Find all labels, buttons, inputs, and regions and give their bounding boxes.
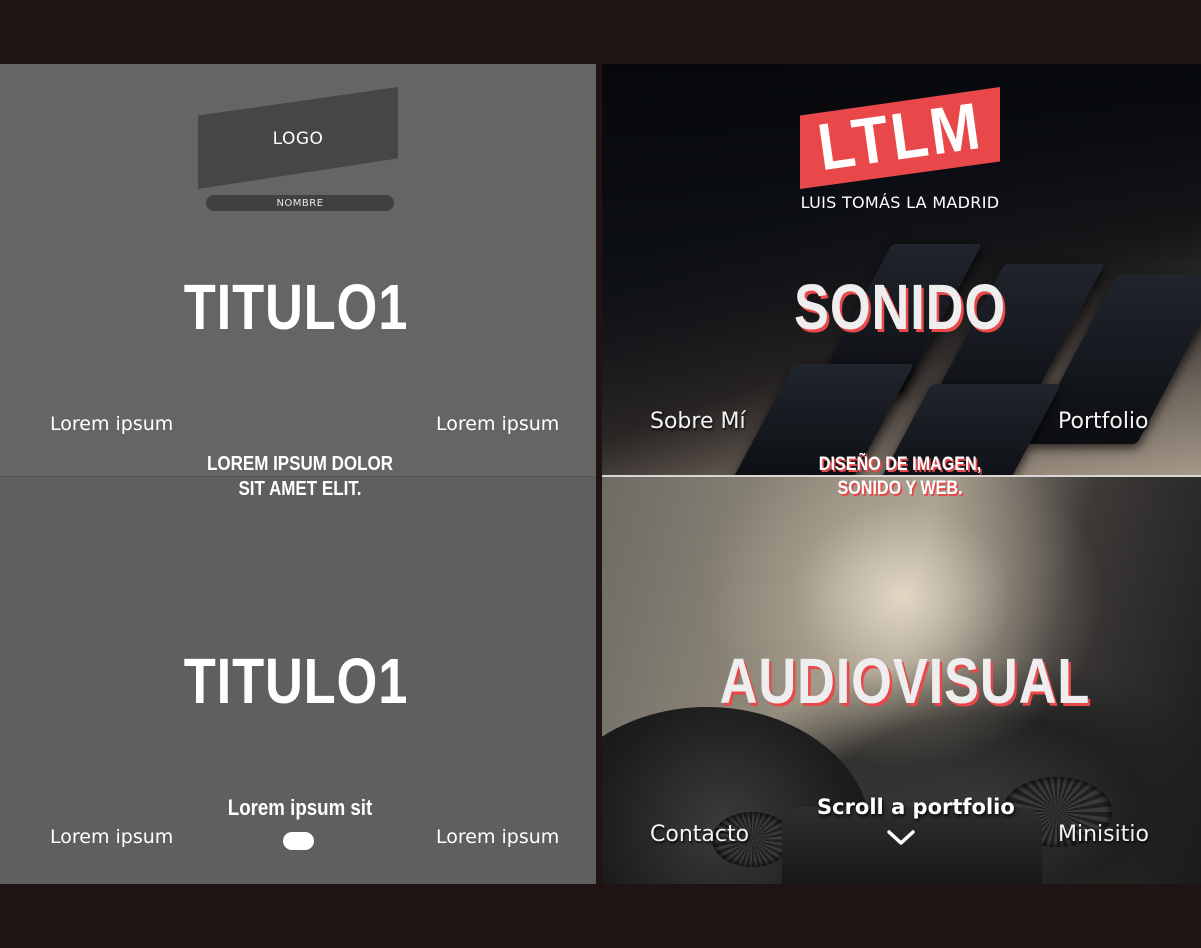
wireframe-logo-label: LOGO: [272, 129, 324, 149]
wireframe-scroll-button[interactable]: [283, 832, 314, 850]
tagline-line1: DISEÑO DE IMAGEN,: [818, 454, 982, 475]
wireframe-bottom-nav-right[interactable]: Lorem ipsum: [436, 826, 559, 848]
tagline: DISEÑO DE IMAGEN, SONIDO Y WEB.: [773, 453, 1028, 501]
nav-link-minisitio[interactable]: Minisitio: [1058, 822, 1149, 847]
wireframe-bottom-nav-left[interactable]: Lorem ipsum: [50, 826, 173, 848]
wireframe-cta-label: Lorem ipsum sit: [227, 795, 373, 820]
wireframe-subtitle-line2: SIT AMET ELIT.: [238, 478, 362, 500]
wireframe-top-title: TITULO1: [183, 271, 409, 343]
tagline-line2: SONIDO Y WEB.: [837, 478, 963, 499]
scroll-to-portfolio-label[interactable]: Scroll a portfolio: [817, 795, 1015, 819]
wireframe-bottom-title: TITULO1: [183, 645, 409, 717]
wireframe-nav-link-right[interactable]: Lorem ipsum: [436, 413, 559, 435]
sonido-title: SONIDO: [794, 271, 1006, 343]
audiovisual-title: AUDIOVISUAL: [719, 645, 1091, 717]
wireframe-subtitle-line1: LOREM IPSUM DOLOR: [206, 453, 394, 475]
nav-link-contacto[interactable]: Contacto: [650, 822, 749, 847]
brand-name: LUIS TOMÁS LA MADRID: [800, 193, 1000, 212]
nav-link-sobre-mi[interactable]: Sobre Mí: [650, 409, 746, 434]
nav-link-portfolio[interactable]: Portfolio: [1058, 409, 1149, 434]
wireframe-nav-link-left[interactable]: Lorem ipsum: [50, 413, 173, 435]
wireframe-subtitle: LOREM IPSUM DOLOR SIT AMET ELIT.: [173, 452, 428, 502]
chevron-down-icon[interactable]: [886, 829, 916, 847]
wireframe-name-bar: NOMBRE: [206, 195, 394, 211]
